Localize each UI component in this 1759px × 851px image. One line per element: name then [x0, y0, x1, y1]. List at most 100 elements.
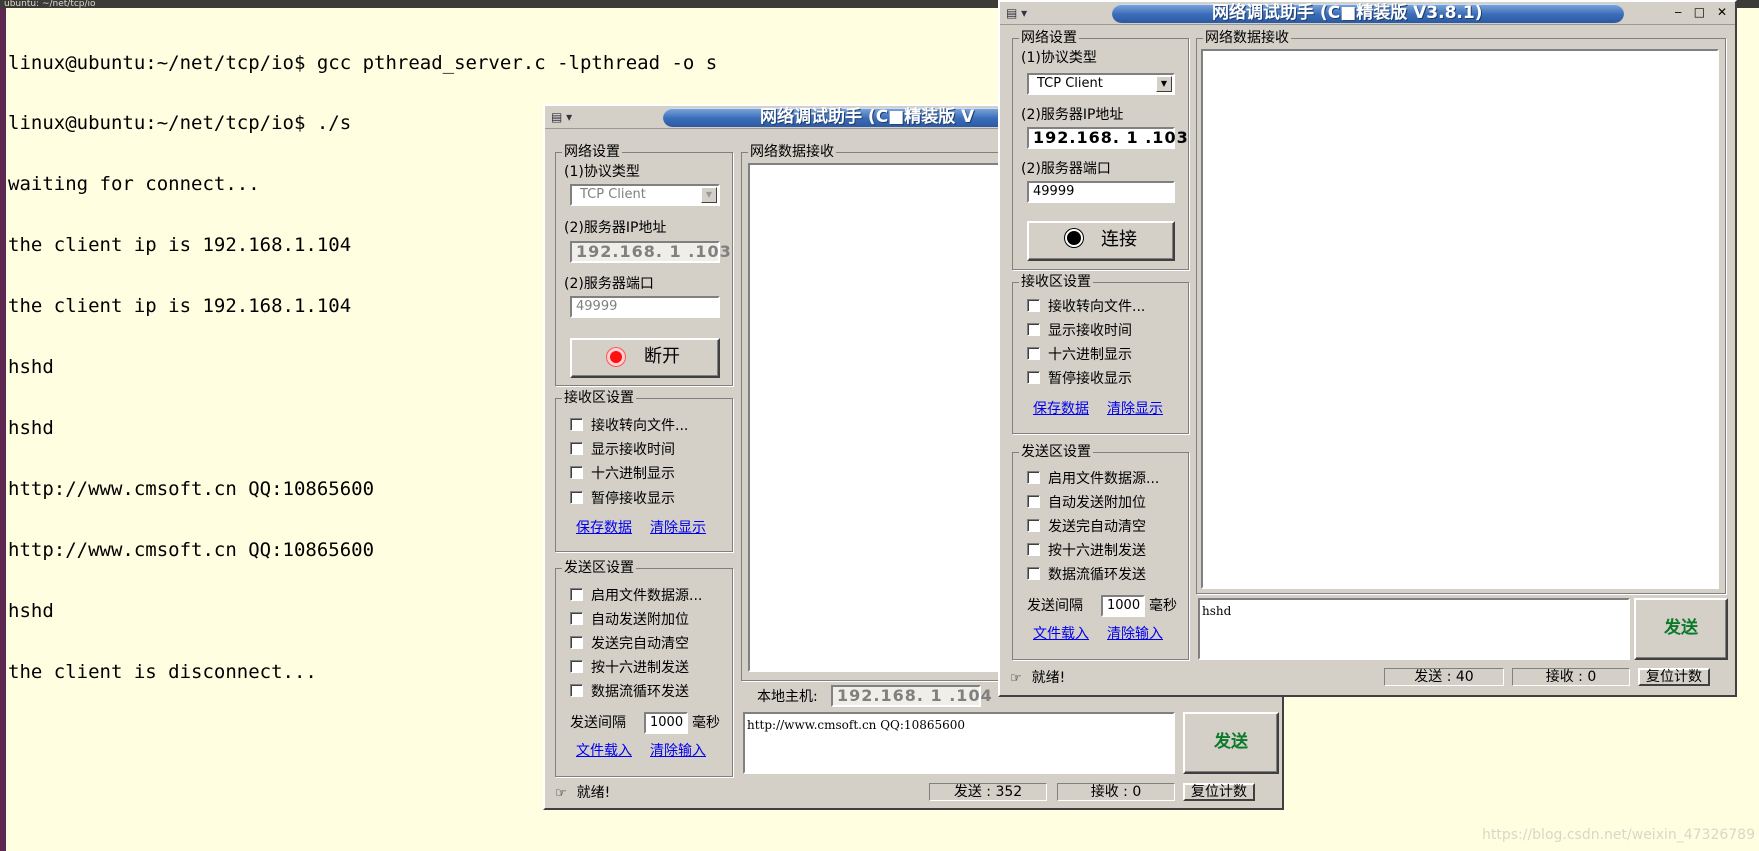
clear-display-link[interactable]: 清除显示 [1107, 400, 1163, 418]
save-data-link[interactable]: 保存数据 [576, 519, 632, 537]
hand-icon: ☞ [1010, 671, 1022, 686]
checkbox-icon[interactable] [1027, 567, 1040, 580]
save-data-link[interactable]: 保存数据 [1033, 400, 1089, 418]
loop-send-checkbox[interactable]: 数据流循环发送 [1027, 566, 1146, 584]
checkbox-label: 数据流循环发送 [591, 684, 689, 700]
checkbox-icon[interactable] [570, 660, 583, 673]
connect-button[interactable]: 连接 [1027, 221, 1175, 261]
title-bar[interactable]: ▤ ▾ 网络调试助手 (C■精装版 V3.8.1) ‒ □ ✕ [1000, 2, 1735, 25]
auto-append-checkbox[interactable]: 自动发送附加位 [570, 611, 689, 629]
system-menu-icon[interactable]: ▤ ▾ [551, 109, 577, 125]
checkbox-icon[interactable] [570, 491, 583, 504]
sent-count: 发送 : 352 [929, 783, 1047, 801]
checkbox-icon[interactable] [570, 612, 583, 625]
protocol-select[interactable]: TCP Client ▼ [570, 184, 720, 206]
send-button[interactable]: 发送 [1183, 712, 1279, 774]
loop-send-checkbox[interactable]: 数据流循环发送 [570, 683, 689, 701]
recv-to-file-checkbox[interactable]: 接收转向文件... [570, 417, 688, 435]
net-assistant-window-front[interactable]: ▤ ▾ 网络调试助手 (C■精装版 V3.8.1) ‒ □ ✕ 网络设置 (1)… [998, 0, 1737, 697]
chevron-down-icon[interactable]: ▼ [1156, 76, 1172, 92]
checkbox-label: 启用文件数据源... [591, 588, 703, 604]
group-label: 网络数据接收 [1203, 29, 1291, 47]
recv-text-area[interactable] [1201, 49, 1719, 589]
server-port-field[interactable]: 49999 [570, 296, 720, 318]
server-port-label: (2)服务器端口 [1021, 161, 1111, 177]
checkbox-label: 暂停接收显示 [1048, 371, 1132, 387]
interval-field[interactable]: 1000 [644, 712, 688, 734]
recv-count: 接收 : 0 [1057, 783, 1175, 801]
send-text-area[interactable]: hshd [1198, 598, 1630, 660]
recv-to-file-checkbox[interactable]: 接收转向文件... [1027, 298, 1145, 316]
status-text: ☞ 就绪! [555, 784, 610, 803]
hand-icon: ☞ [555, 786, 567, 801]
show-recv-time-checkbox[interactable]: 显示接收时间 [1027, 322, 1132, 340]
protocol-select[interactable]: TCP Client ▼ [1027, 73, 1175, 95]
checkbox-icon[interactable] [570, 442, 583, 455]
reset-count-button[interactable]: 复位计数 [1638, 668, 1710, 686]
connect-radio-icon [1065, 229, 1083, 247]
checkbox-label: 十六进制显示 [591, 466, 675, 482]
checkbox-icon[interactable] [1027, 371, 1040, 384]
protocol-label: (1)协议类型 [564, 164, 640, 180]
window-controls[interactable]: ‒ □ ✕ [1674, 5, 1731, 19]
server-ip-field[interactable]: 192.168. 1 .103 [570, 241, 731, 263]
checkbox-label: 按十六进制发送 [1048, 543, 1146, 559]
pause-recv-checkbox[interactable]: 暂停接收显示 [1027, 370, 1132, 388]
system-menu-icon[interactable]: ▤ ▾ [1006, 5, 1032, 21]
reset-count-button[interactable]: 复位计数 [1183, 783, 1255, 801]
hex-display-checkbox[interactable]: 十六进制显示 [570, 465, 675, 483]
group-label: 网络数据接收 [748, 143, 836, 161]
checkbox-icon[interactable] [1027, 299, 1040, 312]
pause-recv-checkbox[interactable]: 暂停接收显示 [570, 490, 675, 508]
send-text-area[interactable]: http://www.cmsoft.cn QQ:10865600 [743, 712, 1175, 774]
file-source-checkbox[interactable]: 启用文件数据源... [1027, 470, 1159, 488]
checkbox-icon[interactable] [1027, 347, 1040, 360]
checkbox-icon[interactable] [1027, 543, 1040, 556]
server-port-label: (2)服务器端口 [564, 276, 654, 292]
local-host-label: 本地主机: [757, 689, 818, 705]
server-port-field[interactable]: 49999 [1027, 181, 1175, 203]
checkbox-label: 十六进制显示 [1048, 347, 1132, 363]
disconnect-button[interactable]: 断开 [570, 338, 720, 378]
show-recv-time-checkbox[interactable]: 显示接收时间 [570, 441, 675, 459]
checkbox-icon[interactable] [1027, 519, 1040, 532]
hex-send-checkbox[interactable]: 按十六进制发送 [570, 659, 689, 677]
group-label: 发送区设置 [562, 559, 636, 577]
clear-display-link[interactable]: 清除显示 [650, 519, 706, 537]
window-title: 网络调试助手 (C■精装版 V [760, 107, 975, 127]
checkbox-icon[interactable] [570, 684, 583, 697]
group-label: 接收区设置 [562, 389, 636, 407]
clear-input-link[interactable]: 清除输入 [650, 742, 706, 760]
clear-input-link[interactable]: 清除输入 [1107, 625, 1163, 643]
checkbox-label: 暂停接收显示 [591, 491, 675, 507]
auto-clear-checkbox[interactable]: 发送完自动清空 [570, 635, 689, 653]
sent-count: 发送 : 40 [1384, 668, 1504, 686]
file-source-checkbox[interactable]: 启用文件数据源... [570, 587, 702, 605]
hex-send-checkbox[interactable]: 按十六进制发送 [1027, 542, 1146, 560]
checkbox-label: 按十六进制发送 [591, 660, 689, 676]
send-settings-group: 发送区设置 启用文件数据源... 自动发送附加位 发送完自动清空 按十六进制发送… [1012, 443, 1189, 660]
checkbox-icon[interactable] [1027, 495, 1040, 508]
checkbox-label: 发送完自动清空 [1048, 519, 1146, 535]
auto-clear-checkbox[interactable]: 发送完自动清空 [1027, 518, 1146, 536]
checkbox-icon[interactable] [570, 636, 583, 649]
checkbox-icon[interactable] [1027, 471, 1040, 484]
checkbox-icon[interactable] [570, 418, 583, 431]
server-ip-field[interactable]: 192.168. 1 .103 [1027, 127, 1188, 149]
chevron-down-icon[interactable]: ▼ [701, 187, 717, 203]
group-label: 网络设置 [1019, 29, 1079, 47]
recv-settings-group: 接收区设置 接收转向文件... 显示接收时间 十六进制显示 暂停接收显示 保存数… [1012, 273, 1189, 434]
auto-append-checkbox[interactable]: 自动发送附加位 [1027, 494, 1146, 512]
checkbox-label: 发送完自动清空 [591, 636, 689, 652]
file-load-link[interactable]: 文件载入 [576, 742, 632, 760]
protocol-value: TCP Client [580, 187, 646, 202]
checkbox-icon[interactable] [570, 466, 583, 479]
file-load-link[interactable]: 文件载入 [1033, 625, 1089, 643]
checkbox-icon[interactable] [1027, 323, 1040, 336]
hex-display-checkbox[interactable]: 十六进制显示 [1027, 346, 1132, 364]
interval-field[interactable]: 1000 [1101, 595, 1145, 617]
status-label: 就绪! [576, 785, 611, 801]
local-host-field[interactable]: 192.168. 1 .104 [831, 685, 992, 707]
checkbox-icon[interactable] [570, 588, 583, 601]
send-button[interactable]: 发送 [1634, 598, 1728, 660]
